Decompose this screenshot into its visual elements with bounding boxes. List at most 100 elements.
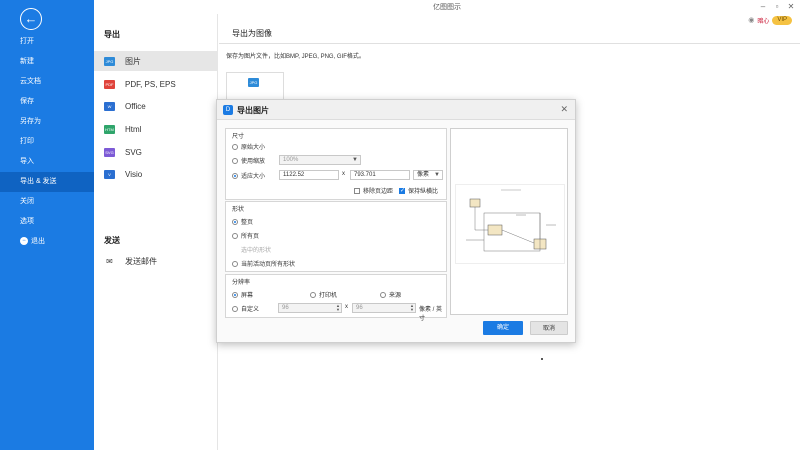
export-image-card[interactable]: JPG: [226, 72, 284, 102]
all-active-shapes-option[interactable]: 当前活动页所有形状: [232, 259, 295, 268]
spinner-icon[interactable]: ▲ ▼: [410, 304, 414, 312]
sidebar-item-export-send[interactable]: 导出 & 发送: [0, 172, 94, 192]
sidebar-item-logout[interactable]: − 退出: [0, 232, 94, 252]
export-heading: 导出: [104, 30, 120, 39]
use-zoom-option[interactable]: 使用缩放: [232, 156, 265, 165]
restore-button[interactable]: ▫: [770, 1, 784, 13]
option-label: 选中的形状: [241, 248, 272, 254]
export-item-visio[interactable]: V Visio: [94, 164, 218, 184]
option-label: 整页: [241, 220, 254, 226]
dialog-close-button[interactable]: ✕: [560, 104, 568, 115]
sidebar-item-close[interactable]: 关闭: [0, 192, 94, 212]
export-item-office[interactable]: W Office: [94, 96, 218, 116]
chevron-down-icon: ▼: [352, 157, 358, 163]
original-size-option[interactable]: 原始大小: [232, 142, 265, 151]
keep-ratio-option[interactable]: 保持纵横比: [399, 186, 438, 195]
times-label: x: [345, 304, 348, 310]
export-item-svg[interactable]: SVG SVG: [94, 142, 218, 162]
app-window: ← 打开 新建 云文档 保存 另存为 打印 导入 导出 & 发送 关闭 选项 −…: [0, 0, 800, 450]
current-page-option[interactable]: 整页: [232, 217, 253, 226]
fit-size-option[interactable]: 适应大小: [232, 171, 265, 180]
dpi-y-input[interactable]: 96 ▲ ▼: [352, 303, 416, 313]
export-options-column: 导出 JPG 图片 PDF PDF, PS, EPS W Office HTM …: [94, 14, 218, 450]
vip-badge[interactable]: VIP: [772, 15, 792, 25]
screen-option[interactable]: 屏幕: [232, 290, 253, 299]
all-pages-option[interactable]: 所有页: [232, 231, 259, 240]
svg-file-icon: SVG: [104, 147, 115, 157]
user-area: ◉ 暗心 VIP: [748, 15, 792, 25]
sidebar-item-cloud[interactable]: 云文档: [0, 72, 94, 92]
preview-page: [455, 184, 565, 264]
send-heading: 发送: [104, 236, 120, 245]
checkbox[interactable]: [354, 187, 360, 194]
backstage-sidebar: ← 打开 新建 云文档 保存 另存为 打印 导入 导出 & 发送 关闭 选项 −…: [0, 0, 94, 450]
sidebar-item-open[interactable]: 打开: [0, 32, 94, 52]
radio-button[interactable]: [232, 291, 238, 298]
export-item-label: 图片: [125, 56, 141, 66]
source-option[interactable]: 来源: [380, 290, 401, 299]
minimize-button[interactable]: –: [756, 1, 770, 13]
export-item-html[interactable]: HTM Html: [94, 119, 218, 139]
radio-button[interactable]: [232, 260, 238, 267]
sidebar-item-import[interactable]: 导入: [0, 152, 94, 172]
export-item-image[interactable]: JPG 图片: [94, 51, 218, 71]
checkbox[interactable]: [399, 187, 405, 194]
dpi-y-value: 96: [356, 305, 363, 311]
zoom-select[interactable]: 100% ▼: [279, 155, 361, 165]
option-label: 原始大小: [241, 145, 266, 151]
width-input[interactable]: 1122.52: [279, 170, 339, 180]
logout-label: 退出: [31, 238, 45, 245]
option-label: 来源: [389, 293, 402, 299]
sidebar-item-print[interactable]: 打印: [0, 132, 94, 152]
divider: [219, 43, 800, 44]
ok-button[interactable]: 确定: [483, 321, 523, 335]
send-email-label: 发送邮件: [125, 256, 157, 266]
radio-button[interactable]: [310, 291, 316, 298]
radio-button[interactable]: [232, 143, 238, 150]
dpi-unit-label: 像素 / 英寸: [419, 307, 443, 322]
diagram-thumbnail: [466, 189, 556, 252]
radio-button[interactable]: [232, 157, 238, 164]
cancel-button[interactable]: 取消: [530, 321, 568, 335]
radio-button[interactable]: [232, 172, 238, 179]
export-preview: [450, 128, 568, 315]
html-file-icon: HTM: [104, 124, 115, 134]
app-title: 亿图图示: [433, 4, 461, 11]
restore-icon: ▫: [775, 2, 779, 11]
sidebar-item-options[interactable]: 选项: [0, 212, 94, 232]
spinner-icon[interactable]: ▲ ▼: [336, 304, 340, 312]
radio-button[interactable]: [232, 305, 238, 312]
export-image-dialog: D 导出图片 ✕ 尺寸 原始大小 使用缩放 100% ▼ 适应大小 1122.5…: [216, 99, 576, 343]
user-name[interactable]: 暗心: [757, 16, 769, 25]
close-window-button[interactable]: ✕: [784, 1, 798, 13]
unit-select[interactable]: 像素 ▼: [413, 170, 443, 180]
account-icon[interactable]: ◉: [748, 16, 754, 24]
remove-margin-option[interactable]: 移除页边距: [354, 186, 393, 195]
export-item-label: Visio: [125, 169, 143, 179]
shape-group-label: 形状: [232, 207, 245, 213]
send-email-item[interactable]: ✉ 发送邮件: [94, 251, 218, 271]
dpi-x-value: 96: [282, 305, 289, 311]
jpg-file-icon: JPG: [104, 56, 115, 66]
title-bar: 亿图图示 – ▫ ✕: [94, 0, 800, 14]
stray-dot: [541, 358, 543, 360]
option-label: 所有页: [241, 234, 260, 240]
radio-button[interactable]: [232, 232, 238, 239]
height-input[interactable]: 793.701: [350, 170, 410, 180]
sidebar-item-save-as[interactable]: 另存为: [0, 112, 94, 132]
dpi-x-input[interactable]: 96 ▲ ▼: [278, 303, 342, 313]
minimize-icon: –: [760, 2, 766, 11]
export-item-label: Html: [125, 124, 142, 134]
option-label: 当前活动页所有形状: [241, 262, 296, 268]
mail-icon: ✉: [106, 256, 113, 266]
back-button[interactable]: ←: [20, 8, 42, 30]
sidebar-item-new[interactable]: 新建: [0, 52, 94, 72]
radio-button[interactable]: [380, 291, 386, 298]
custom-option[interactable]: 自定义: [232, 304, 259, 313]
printer-option[interactable]: 打印机: [310, 290, 337, 299]
selected-shapes-option[interactable]: 选中的形状: [232, 245, 271, 254]
sidebar-item-save[interactable]: 保存: [0, 92, 94, 112]
export-item-pdf[interactable]: PDF PDF, PS, EPS: [94, 74, 218, 94]
radio-button[interactable]: [232, 218, 238, 225]
close-icon: ✕: [787, 2, 795, 11]
